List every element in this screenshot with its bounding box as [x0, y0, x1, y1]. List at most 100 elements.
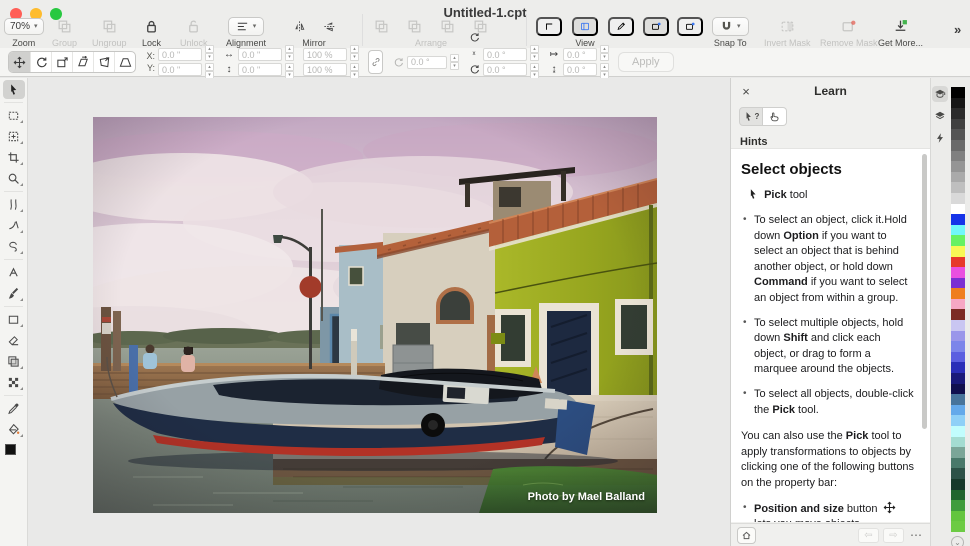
- palette-more-button[interactable]: ⌄: [951, 535, 964, 546]
- color-swatch[interactable]: [951, 404, 965, 416]
- adjust-docker-button[interactable]: [932, 130, 948, 146]
- toolbar-overflow-button[interactable]: »: [948, 21, 967, 38]
- mask-transform-tool[interactable]: [3, 127, 25, 146]
- mask-overlay-button[interactable]: [677, 16, 703, 36]
- apply-button[interactable]: Apply: [618, 52, 674, 72]
- snap-to-dropdown[interactable]: ▾: [712, 16, 749, 36]
- color-swatch[interactable]: [951, 309, 965, 321]
- rotate-mode-button[interactable]: [30, 52, 51, 72]
- forward-button[interactable]: ⇨: [883, 527, 904, 543]
- skew-x-field[interactable]: [483, 48, 527, 61]
- perspective-h-stepper[interactable]: ▴ ▾: [600, 45, 609, 61]
- lock-button[interactable]: Lock: [142, 17, 161, 48]
- zoom-level-dropdown[interactable]: 70% ▾: [4, 17, 44, 35]
- color-swatch[interactable]: [951, 161, 965, 172]
- photo-object[interactable]: Photo by Mael Balland: [93, 117, 657, 513]
- skew-y-field[interactable]: [483, 63, 527, 76]
- curve-tool[interactable]: [3, 216, 25, 235]
- color-swatch[interactable]: [951, 510, 965, 522]
- learn-docker-button[interactable]: [931, 86, 948, 102]
- width-stepper[interactable]: ▴ ▾: [285, 45, 294, 61]
- close-icon[interactable]: ×: [739, 84, 753, 99]
- color-swatch[interactable]: [951, 394, 965, 405]
- skew-x-stepper[interactable]: ▴ ▾: [530, 45, 539, 61]
- x-stepper[interactable]: ▴ ▾: [205, 45, 214, 61]
- full-screen-preview-button[interactable]: [536, 16, 562, 36]
- pick-tool[interactable]: [2, 80, 25, 99]
- perspective-mode-button[interactable]: [114, 52, 135, 72]
- scale-v-field[interactable]: [303, 63, 347, 76]
- x-position-field[interactable]: [158, 48, 202, 61]
- color-swatch[interactable]: [951, 214, 965, 225]
- normal-mask-mode-button[interactable]: [643, 16, 669, 36]
- color-swatch[interactable]: [951, 457, 965, 469]
- color-swatch[interactable]: [951, 373, 965, 384]
- object-transparency-tool[interactable]: [3, 352, 25, 371]
- color-swatch[interactable]: [951, 97, 965, 109]
- color-swatch[interactable]: [951, 129, 965, 140]
- color-swatch[interactable]: [951, 203, 965, 215]
- color-swatch[interactable]: [951, 341, 965, 352]
- skew-y-stepper[interactable]: ▴ ▾: [530, 63, 539, 79]
- home-button[interactable]: [737, 526, 756, 544]
- clone-tool[interactable]: [3, 195, 25, 214]
- color-swatch[interactable]: [951, 87, 965, 98]
- color-swatch[interactable]: [951, 235, 965, 246]
- text-tool[interactable]: [3, 263, 25, 282]
- mirror-vertical-button[interactable]: [318, 17, 340, 36]
- rectangle-mask-tool[interactable]: [3, 106, 25, 125]
- lock-ratio-button[interactable]: [368, 50, 383, 74]
- color-swatch[interactable]: [951, 489, 965, 501]
- mirror-horizontal-button[interactable]: [288, 17, 310, 36]
- color-swatch[interactable]: [951, 478, 965, 490]
- color-swatch[interactable]: [951, 330, 965, 342]
- brush-mode-button[interactable]: [608, 16, 634, 36]
- y-stepper[interactable]: ▴ ▾: [205, 63, 214, 79]
- scrollbar[interactable]: [922, 154, 927, 429]
- lasso-mask-tool[interactable]: [3, 237, 25, 256]
- objects-docker-button[interactable]: [932, 108, 948, 124]
- eyedropper-tool[interactable]: [3, 399, 25, 418]
- color-control[interactable]: [4, 444, 23, 461]
- color-swatch[interactable]: [951, 118, 965, 130]
- color-swatch[interactable]: [951, 362, 965, 374]
- hints-mode-button[interactable]: ?: [739, 107, 763, 126]
- distort-mode-button[interactable]: [93, 52, 114, 72]
- color-swatch[interactable]: [951, 415, 965, 426]
- width-field[interactable]: [238, 48, 282, 61]
- color-swatch[interactable]: [951, 108, 965, 119]
- explore-mode-button[interactable]: [763, 107, 787, 126]
- skew-mode-button[interactable]: [72, 52, 93, 72]
- color-swatch[interactable]: [951, 320, 965, 331]
- perspective-v-stepper[interactable]: ▴ ▾: [600, 63, 609, 79]
- height-stepper[interactable]: ▴ ▾: [285, 63, 294, 79]
- zoom-tool[interactable]: [3, 169, 25, 188]
- eraser-tool[interactable]: [3, 331, 25, 350]
- color-swatch[interactable]: [951, 256, 965, 268]
- color-swatch[interactable]: [951, 171, 965, 183]
- fill-tool[interactable]: [3, 420, 25, 439]
- scale-v-stepper[interactable]: ▴ ▾: [350, 63, 359, 79]
- more-options-button[interactable]: ⋯: [908, 528, 924, 542]
- show-page-border-button[interactable]: [572, 16, 598, 36]
- rectangle-tool[interactable]: [3, 310, 25, 329]
- scale-h-stepper[interactable]: ▴ ▾: [350, 45, 359, 61]
- color-swatch[interactable]: [951, 139, 965, 151]
- color-swatch[interactable]: [951, 277, 965, 289]
- get-more-button[interactable]: Get More...: [878, 17, 923, 48]
- color-swatch[interactable]: [951, 436, 965, 448]
- color-swatch[interactable]: [951, 447, 965, 458]
- color-swatch[interactable]: [951, 426, 965, 437]
- color-swatch[interactable]: [951, 267, 965, 278]
- scale-mode-button[interactable]: [51, 52, 72, 72]
- rotation-field[interactable]: [407, 55, 447, 69]
- color-swatch[interactable]: [951, 298, 965, 310]
- foreground-color-swatch[interactable]: [4, 444, 16, 455]
- height-field[interactable]: [238, 63, 282, 76]
- perspective-h-field[interactable]: [563, 48, 597, 61]
- color-swatch[interactable]: [951, 150, 965, 162]
- color-swatch[interactable]: [951, 245, 965, 257]
- y-position-field[interactable]: [158, 63, 202, 76]
- color-swatch[interactable]: [951, 351, 965, 363]
- color-swatch[interactable]: [951, 224, 965, 236]
